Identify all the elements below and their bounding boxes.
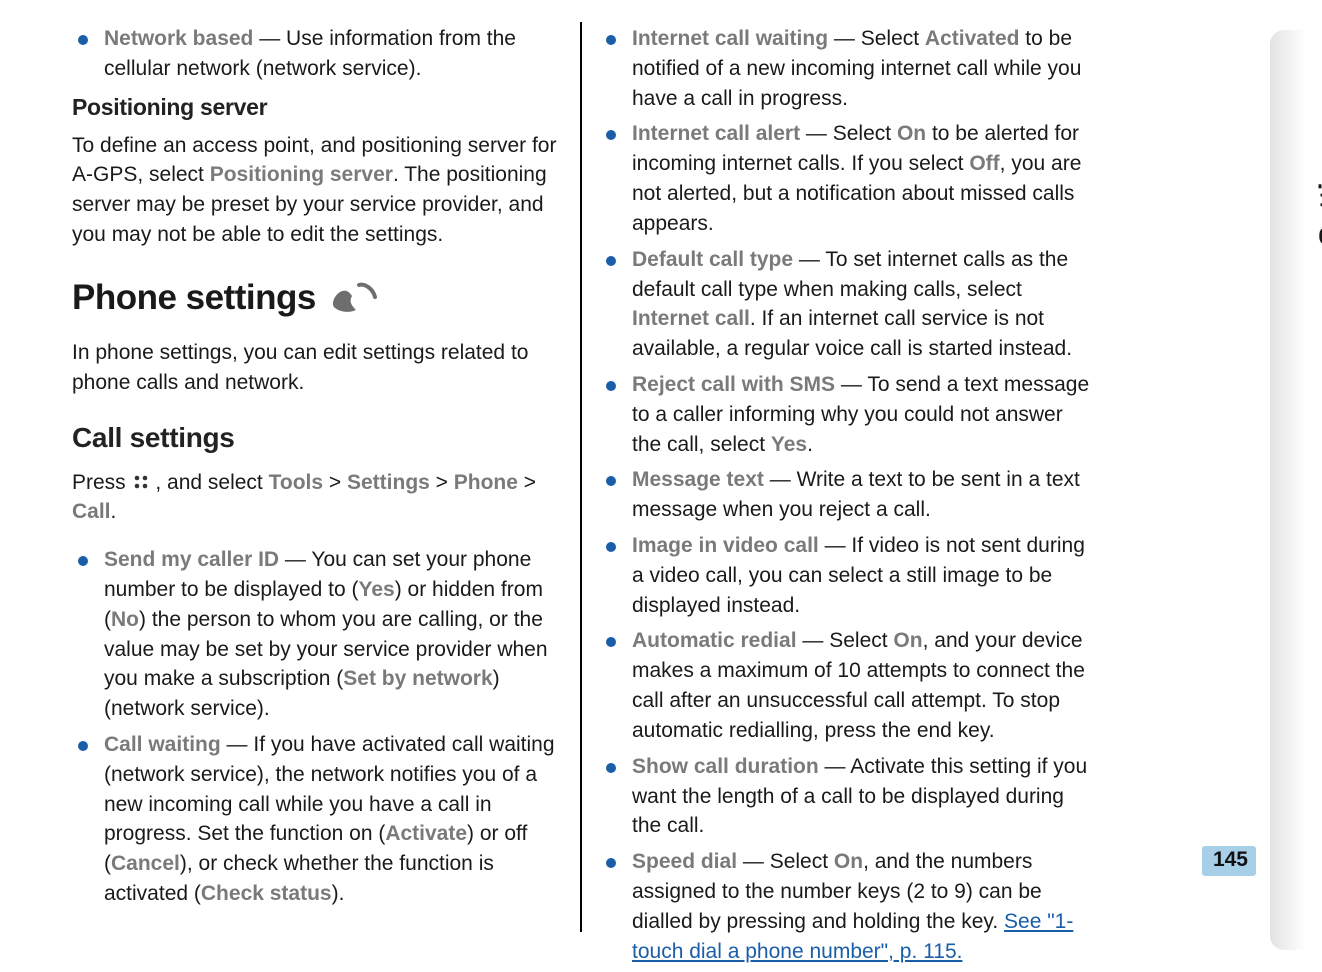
call-settings-bullets: Send my caller ID — You can set your pho…: [72, 545, 562, 909]
option-name: Default call type: [632, 248, 793, 271]
phone-icon: [331, 281, 377, 324]
side-tab: Settings: [1262, 30, 1322, 960]
list-item: Show call duration — Activate this setti…: [632, 752, 1090, 841]
list-item: Reject call with SMS — To send a text me…: [632, 370, 1090, 459]
list-item: Image in video call — If video is not se…: [632, 531, 1090, 620]
positioning-bullets: Network based — Use information from the…: [72, 24, 562, 84]
option-name: Internet call alert: [632, 122, 800, 145]
list-item: Call waiting — If you have activated cal…: [104, 730, 562, 909]
list-item: Send my caller ID — You can set your pho…: [104, 545, 562, 724]
call-settings-nav: Press , and select Tools > Settings > Ph…: [72, 468, 562, 528]
positioning-server-heading: Positioning server: [72, 94, 562, 121]
call-settings-bullets-2: Internet call waiting — Select Activated…: [600, 24, 1090, 966]
right-column: Internet call waiting — Select Activated…: [582, 18, 1102, 938]
option-name: Positioning server: [210, 163, 393, 186]
left-column: Network based — Use information from the…: [60, 18, 580, 938]
call-settings-heading: Call settings: [72, 422, 562, 454]
nav-step: Phone: [454, 471, 518, 494]
menu-key-icon: [132, 470, 150, 488]
nav-step: Tools: [269, 471, 323, 494]
positioning-server-para: To define an access point, and positioni…: [72, 131, 562, 250]
option-name: Call waiting: [104, 733, 221, 756]
list-item: Internet call waiting — Select Activated…: [632, 24, 1090, 113]
nav-step: Call: [72, 500, 111, 523]
option-name: Automatic redial: [632, 629, 797, 652]
option-name: Show call duration: [632, 755, 819, 778]
option-name: Reject call with SMS: [632, 373, 835, 396]
option-name: Speed dial: [632, 850, 737, 873]
list-item: Speed dial — Select On, and the numbers …: [632, 847, 1090, 966]
page-content: Network based — Use information from the…: [60, 18, 1250, 938]
list-item: Default call type — To set internet call…: [632, 245, 1090, 364]
list-item: Message text — Write a text to be sent i…: [632, 465, 1090, 525]
list-item: Automatic redial — Select On, and your d…: [632, 626, 1090, 745]
option-name: Internet call waiting: [632, 27, 828, 50]
page-number: 145: [1213, 848, 1248, 872]
phone-settings-para: In phone settings, you can edit settings…: [72, 338, 562, 398]
nav-step: Settings: [347, 471, 430, 494]
phone-settings-heading: Phone settings: [72, 278, 562, 324]
list-item: Network based — Use information from the…: [104, 24, 562, 84]
list-item: Internet call alert — Select On to be al…: [632, 119, 1090, 238]
option-name: Image in video call: [632, 534, 819, 557]
option-name: Network based: [104, 27, 253, 50]
section-tab-label: Settings: [1314, 130, 1322, 246]
option-name: Message text: [632, 468, 764, 491]
option-name: Send my caller ID: [104, 548, 279, 571]
